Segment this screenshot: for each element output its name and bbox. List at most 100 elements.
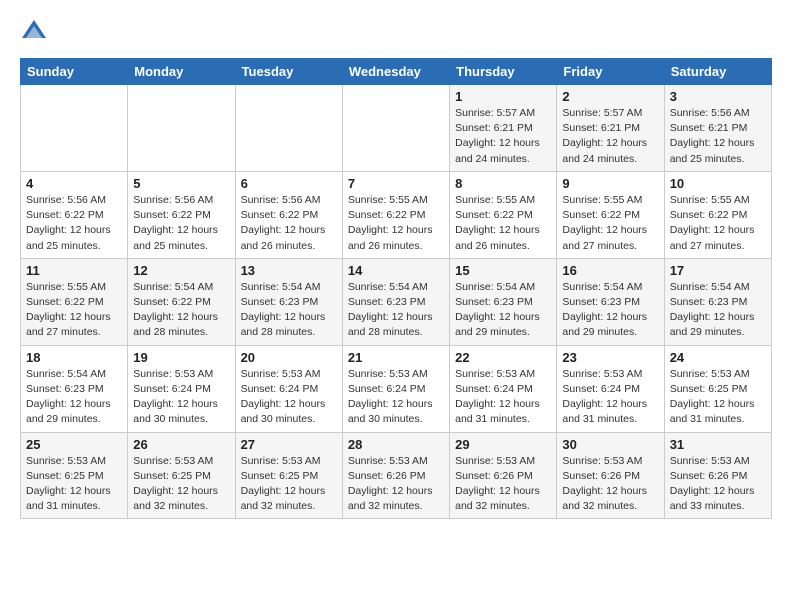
- day-number: 17: [670, 263, 766, 278]
- day-info: Sunrise: 5:53 AM Sunset: 6:26 PM Dayligh…: [670, 454, 766, 515]
- week-row-2: 4Sunrise: 5:56 AM Sunset: 6:22 PM Daylig…: [21, 171, 772, 258]
- day-cell: 20 Sunrise: 5:53 AM Sunset: 6:24 PM Dayli…: [235, 345, 342, 432]
- day-cell: 3Sunrise: 5:56 AM Sunset: 6:21 PM Daylig…: [664, 85, 771, 172]
- day-info: Sunrise: 5:53 AM Sunset: 6:25 PM Dayligh…: [133, 454, 229, 515]
- day-info: Sunrise: 5:53 AM Sunset: 6:25 PM Dayligh…: [670, 367, 766, 428]
- day-cell: [342, 85, 449, 172]
- day-number: 6: [241, 176, 337, 191]
- day-number: 10: [670, 176, 766, 191]
- day-cell: 31 Sunrise: 5:53 AM Sunset: 6:26 PM Dayli…: [664, 432, 771, 519]
- day-info: Sunrise: 5:55 AM Sunset: 6:22 PM Dayligh…: [670, 193, 766, 254]
- day-info: Sunrise: 5:53 AM Sunset: 6:25 PM Dayligh…: [26, 454, 122, 515]
- week-row-1: 1 Sunrise: 5:57 AM Sunset: 6:21 PM Daylig…: [21, 85, 772, 172]
- day-header-friday: Friday: [557, 59, 664, 85]
- day-number: 5: [133, 176, 229, 191]
- day-cell: 5 Sunrise: 5:56 AM Sunset: 6:22 PM Daylig…: [128, 171, 235, 258]
- day-info: Sunrise: 5:57 AM Sunset: 6:21 PM Dayligh…: [562, 106, 658, 167]
- day-info: Sunrise: 5:53 AM Sunset: 6:25 PM Dayligh…: [241, 454, 337, 515]
- day-cell: 19 Sunrise: 5:53 AM Sunset: 6:24 PM Dayli…: [128, 345, 235, 432]
- header: [20, 18, 772, 46]
- day-info: Sunrise: 5:54 AM Sunset: 6:23 PM Dayligh…: [26, 367, 122, 428]
- day-cell: [235, 85, 342, 172]
- day-cell: 14 Sunrise: 5:54 AM Sunset: 6:23 PM Dayli…: [342, 258, 449, 345]
- day-cell: 29 Sunrise: 5:53 AM Sunset: 6:26 PM Dayli…: [450, 432, 557, 519]
- day-info: Sunrise: 5:57 AM Sunset: 6:21 PM Dayligh…: [455, 106, 551, 167]
- day-info: Sunrise: 5:53 AM Sunset: 6:24 PM Dayligh…: [348, 367, 444, 428]
- day-cell: [21, 85, 128, 172]
- day-number: 15: [455, 263, 551, 278]
- calendar: SundayMondayTuesdayWednesdayThursdayFrid…: [20, 58, 772, 519]
- day-cell: 26 Sunrise: 5:53 AM Sunset: 6:25 PM Dayli…: [128, 432, 235, 519]
- day-number: 27: [241, 437, 337, 452]
- page: SundayMondayTuesdayWednesdayThursdayFrid…: [0, 0, 792, 537]
- day-header-tuesday: Tuesday: [235, 59, 342, 85]
- day-number: 24: [670, 350, 766, 365]
- day-info: Sunrise: 5:55 AM Sunset: 6:22 PM Dayligh…: [562, 193, 658, 254]
- logo-icon: [20, 18, 48, 46]
- day-number: 7: [348, 176, 444, 191]
- day-number: 1: [455, 89, 551, 104]
- day-cell: 15 Sunrise: 5:54 AM Sunset: 6:23 PM Dayli…: [450, 258, 557, 345]
- day-info: Sunrise: 5:53 AM Sunset: 6:26 PM Dayligh…: [562, 454, 658, 515]
- day-cell: 2Sunrise: 5:57 AM Sunset: 6:21 PM Daylig…: [557, 85, 664, 172]
- day-header-saturday: Saturday: [664, 59, 771, 85]
- day-number: 28: [348, 437, 444, 452]
- day-cell: 8Sunrise: 5:55 AM Sunset: 6:22 PM Daylig…: [450, 171, 557, 258]
- day-cell: 10 Sunrise: 5:55 AM Sunset: 6:22 PM Dayli…: [664, 171, 771, 258]
- day-number: 22: [455, 350, 551, 365]
- day-cell: 21 Sunrise: 5:53 AM Sunset: 6:24 PM Dayli…: [342, 345, 449, 432]
- day-cell: 11 Sunrise: 5:55 AM Sunset: 6:22 PM Dayli…: [21, 258, 128, 345]
- day-info: Sunrise: 5:54 AM Sunset: 6:23 PM Dayligh…: [670, 280, 766, 341]
- day-cell: 9 Sunrise: 5:55 AM Sunset: 6:22 PM Daylig…: [557, 171, 664, 258]
- day-info: Sunrise: 5:54 AM Sunset: 6:23 PM Dayligh…: [348, 280, 444, 341]
- header-row: SundayMondayTuesdayWednesdayThursdayFrid…: [21, 59, 772, 85]
- day-info: Sunrise: 5:55 AM Sunset: 6:22 PM Dayligh…: [26, 280, 122, 341]
- day-info: Sunrise: 5:55 AM Sunset: 6:22 PM Dayligh…: [348, 193, 444, 254]
- day-number: 9: [562, 176, 658, 191]
- day-number: 21: [348, 350, 444, 365]
- day-number: 20: [241, 350, 337, 365]
- day-number: 13: [241, 263, 337, 278]
- day-header-wednesday: Wednesday: [342, 59, 449, 85]
- day-cell: 6 Sunrise: 5:56 AM Sunset: 6:22 PM Daylig…: [235, 171, 342, 258]
- day-info: Sunrise: 5:54 AM Sunset: 6:23 PM Dayligh…: [241, 280, 337, 341]
- day-cell: 25 Sunrise: 5:53 AM Sunset: 6:25 PM Dayli…: [21, 432, 128, 519]
- day-info: Sunrise: 5:56 AM Sunset: 6:22 PM Dayligh…: [26, 193, 122, 254]
- day-number: 29: [455, 437, 551, 452]
- day-cell: 13 Sunrise: 5:54 AM Sunset: 6:23 PM Dayli…: [235, 258, 342, 345]
- day-number: 19: [133, 350, 229, 365]
- day-info: Sunrise: 5:53 AM Sunset: 6:24 PM Dayligh…: [562, 367, 658, 428]
- day-number: 14: [348, 263, 444, 278]
- day-number: 18: [26, 350, 122, 365]
- day-info: Sunrise: 5:53 AM Sunset: 6:26 PM Dayligh…: [348, 454, 444, 515]
- day-cell: [128, 85, 235, 172]
- day-number: 23: [562, 350, 658, 365]
- day-info: Sunrise: 5:53 AM Sunset: 6:24 PM Dayligh…: [133, 367, 229, 428]
- day-cell: 23 Sunrise: 5:53 AM Sunset: 6:24 PM Dayli…: [557, 345, 664, 432]
- day-number: 26: [133, 437, 229, 452]
- day-info: Sunrise: 5:56 AM Sunset: 6:22 PM Dayligh…: [133, 193, 229, 254]
- day-info: Sunrise: 5:53 AM Sunset: 6:26 PM Dayligh…: [455, 454, 551, 515]
- day-info: Sunrise: 5:54 AM Sunset: 6:22 PM Dayligh…: [133, 280, 229, 341]
- day-header-monday: Monday: [128, 59, 235, 85]
- day-number: 8: [455, 176, 551, 191]
- day-number: 11: [26, 263, 122, 278]
- day-number: 25: [26, 437, 122, 452]
- week-row-4: 18 Sunrise: 5:54 AM Sunset: 6:23 PM Dayli…: [21, 345, 772, 432]
- day-info: Sunrise: 5:56 AM Sunset: 6:21 PM Dayligh…: [670, 106, 766, 167]
- day-number: 30: [562, 437, 658, 452]
- day-cell: 30 Sunrise: 5:53 AM Sunset: 6:26 PM Dayli…: [557, 432, 664, 519]
- day-cell: 27 Sunrise: 5:53 AM Sunset: 6:25 PM Dayli…: [235, 432, 342, 519]
- day-info: Sunrise: 5:53 AM Sunset: 6:24 PM Dayligh…: [241, 367, 337, 428]
- day-info: Sunrise: 5:53 AM Sunset: 6:24 PM Dayligh…: [455, 367, 551, 428]
- day-info: Sunrise: 5:54 AM Sunset: 6:23 PM Dayligh…: [455, 280, 551, 341]
- day-cell: 18 Sunrise: 5:54 AM Sunset: 6:23 PM Dayli…: [21, 345, 128, 432]
- day-header-sunday: Sunday: [21, 59, 128, 85]
- day-header-thursday: Thursday: [450, 59, 557, 85]
- day-number: 31: [670, 437, 766, 452]
- week-row-3: 11 Sunrise: 5:55 AM Sunset: 6:22 PM Dayli…: [21, 258, 772, 345]
- day-cell: 7 Sunrise: 5:55 AM Sunset: 6:22 PM Daylig…: [342, 171, 449, 258]
- logo: [20, 18, 50, 46]
- day-cell: 4Sunrise: 5:56 AM Sunset: 6:22 PM Daylig…: [21, 171, 128, 258]
- day-info: Sunrise: 5:56 AM Sunset: 6:22 PM Dayligh…: [241, 193, 337, 254]
